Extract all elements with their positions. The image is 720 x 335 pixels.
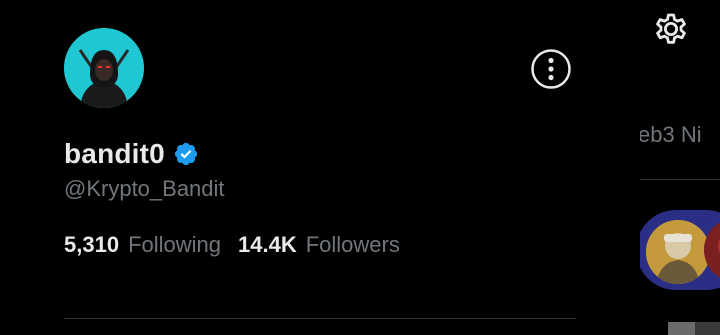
name-row: bandit0 xyxy=(64,138,199,170)
profile-divider xyxy=(64,318,576,319)
settings-button[interactable] xyxy=(650,8,692,50)
followers-stat[interactable]: 14.4K Followers xyxy=(238,232,400,258)
user-handle: @Krypto_Bandit xyxy=(64,176,225,201)
profile-panel: bandit0 @Krypto_Bandit 5,310 Following 1… xyxy=(0,0,640,335)
host-avatar-image xyxy=(646,220,710,284)
avatar[interactable] xyxy=(64,28,144,108)
space-speaker-avatar[interactable] xyxy=(704,218,720,282)
ninja-avatar-image xyxy=(64,28,144,108)
speaker-avatar-image xyxy=(704,222,720,278)
following-count: 5,310 xyxy=(64,232,120,257)
right-column: eb3 Ni xyxy=(640,0,720,335)
trend-item-text[interactable]: eb3 Ni xyxy=(640,122,702,148)
followers-label: Followers xyxy=(305,232,400,257)
space-host-avatar[interactable] xyxy=(644,218,712,286)
more-options-button[interactable] xyxy=(530,48,572,90)
bottom-bar-accent xyxy=(668,322,695,335)
space-card[interactable] xyxy=(640,210,720,290)
gear-icon xyxy=(656,13,686,44)
following-stat[interactable]: 5,310 Following xyxy=(64,232,221,258)
display-name: bandit0 xyxy=(64,138,165,169)
following-label: Following xyxy=(128,232,221,257)
more-options-icon xyxy=(531,49,571,89)
verified-badge-icon xyxy=(173,141,199,167)
sidebar-divider xyxy=(640,179,720,180)
followers-count: 14.4K xyxy=(238,232,297,257)
stats-row: 5,310 Following 14.4K Followers xyxy=(64,232,417,258)
